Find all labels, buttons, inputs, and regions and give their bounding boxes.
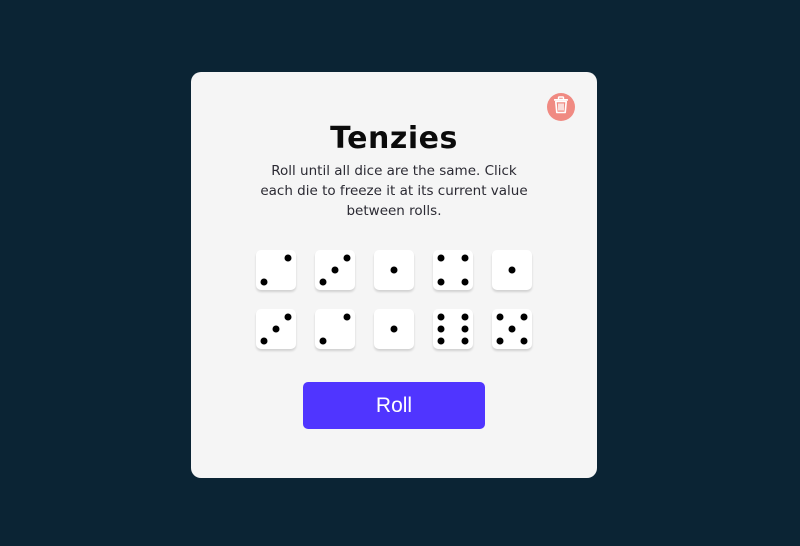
die-pip: [343, 254, 351, 262]
die-pip: [520, 337, 528, 345]
die-pip: [437, 278, 445, 286]
reset-button[interactable]: [547, 93, 575, 121]
die-3[interactable]: [374, 250, 414, 290]
die-pip: [496, 337, 504, 345]
die-pip: [437, 313, 445, 321]
die-pip: [284, 254, 292, 262]
die-10[interactable]: [492, 309, 532, 349]
die-pip: [343, 313, 351, 321]
die-6[interactable]: [256, 309, 296, 349]
die-8[interactable]: [374, 309, 414, 349]
die-4[interactable]: [433, 250, 473, 290]
die-pip: [319, 278, 327, 286]
die-pip: [437, 337, 445, 345]
die-pip: [461, 337, 469, 345]
die-pip: [520, 313, 528, 321]
die-9[interactable]: [433, 309, 473, 349]
die-pip: [461, 254, 469, 262]
die-pip: [496, 313, 504, 321]
die-pip: [437, 325, 445, 333]
die-pip: [508, 266, 516, 274]
die-pip: [390, 325, 398, 333]
roll-button[interactable]: Roll: [303, 382, 485, 429]
die-5[interactable]: [492, 250, 532, 290]
die-pip: [272, 325, 280, 333]
die-pip: [319, 337, 327, 345]
die-pip: [390, 266, 398, 274]
game-card: Tenzies Roll until all dice are the same…: [191, 72, 597, 478]
page-title: Tenzies: [330, 121, 458, 156]
die-7[interactable]: [315, 309, 355, 349]
die-pip: [260, 337, 268, 345]
dice-grid: [256, 250, 532, 349]
die-pip: [461, 325, 469, 333]
die-pip: [437, 254, 445, 262]
trash-icon: [553, 96, 569, 118]
die-2[interactable]: [315, 250, 355, 290]
die-pip: [331, 266, 339, 274]
die-1[interactable]: [256, 250, 296, 290]
die-pip: [260, 278, 268, 286]
die-pip: [508, 325, 516, 333]
die-pip: [461, 313, 469, 321]
die-pip: [284, 313, 292, 321]
die-pip: [461, 278, 469, 286]
instructions-text: Roll until all dice are the same. Click …: [260, 163, 528, 219]
